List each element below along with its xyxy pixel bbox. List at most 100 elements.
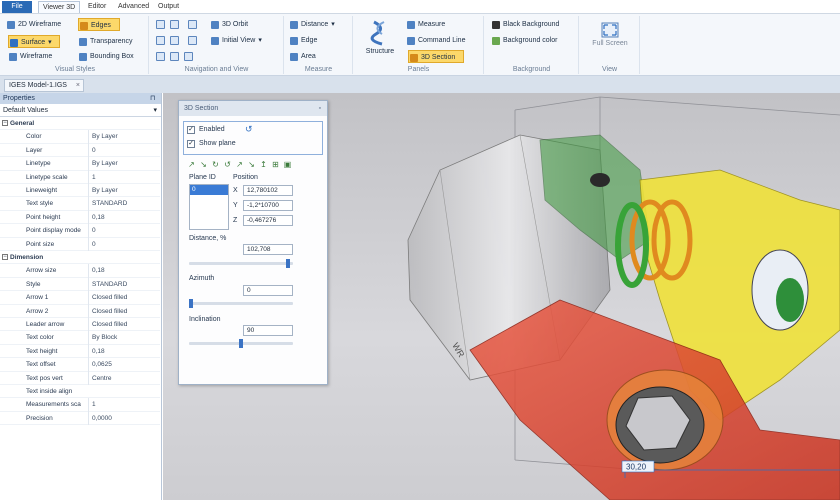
full-screen-button[interactable]: Full Screen — [586, 22, 634, 47]
tab-editor[interactable]: Editor — [84, 1, 110, 13]
distance-slider[interactable] — [189, 259, 293, 268]
section-tool-icon[interactable]: ↘ — [199, 160, 208, 169]
surface-button[interactable]: Surface ▾ — [8, 35, 60, 48]
close-icon[interactable]: × — [76, 80, 80, 92]
property-row[interactable]: Color By Layer — [0, 130, 160, 144]
position-x-field[interactable]: 12,780102 — [243, 185, 293, 196]
property-row[interactable]: Arrow 1 Closed filled — [0, 291, 160, 305]
property-row[interactable]: Arrow 2 Closed filled — [0, 304, 160, 318]
structure-button[interactable]: Structure — [360, 20, 400, 55]
property-row[interactable]: Point height 0,18 — [0, 210, 160, 225]
slider-thumb[interactable] — [189, 299, 193, 308]
rotate-icon[interactable] — [156, 52, 165, 61]
property-value[interactable]: 0,0625 — [88, 358, 160, 372]
property-row[interactable]: Text height 0,18 — [0, 344, 160, 359]
slider-thumb[interactable] — [239, 339, 243, 348]
property-row[interactable]: Lineweight By Layer — [0, 184, 160, 198]
property-value[interactable]: 0 — [88, 143, 160, 158]
zoom-window-icon[interactable] — [170, 20, 179, 29]
inclination-slider[interactable] — [189, 339, 293, 348]
property-section[interactable]: − General — [0, 117, 160, 131]
section-tool-icon[interactable]: ↗ — [235, 160, 244, 169]
property-value[interactable]: By Layer — [88, 184, 160, 198]
property-value[interactable]: By Block — [88, 331, 160, 345]
plane-id-item[interactable]: 0 — [190, 185, 228, 195]
property-value[interactable]: 0,18 — [88, 264, 160, 278]
property-value[interactable]: 1 — [88, 170, 160, 184]
pan-icon[interactable] — [156, 20, 165, 29]
plane-id-list[interactable]: 0 — [189, 184, 229, 230]
property-section[interactable]: − Dimension — [0, 251, 160, 265]
property-value[interactable]: STANDARD — [88, 277, 160, 292]
edges-button[interactable]: Edges — [78, 18, 120, 31]
zoom-extents-icon[interactable] — [170, 36, 179, 45]
tab-output[interactable]: Output — [154, 1, 183, 13]
collapse-icon[interactable]: − — [2, 254, 8, 260]
property-row[interactable]: Layer 0 — [0, 143, 160, 158]
property-row[interactable]: Arrow size 0,18 — [0, 264, 160, 278]
refresh-icon[interactable] — [170, 52, 179, 61]
redraw-icon[interactable] — [184, 52, 193, 61]
property-value[interactable]: 0 — [88, 237, 160, 251]
property-value[interactable]: 0,18 — [88, 210, 160, 225]
pin-icon[interactable]: ⊓ — [150, 93, 155, 104]
black-background-button[interactable]: Black Background — [491, 18, 559, 31]
section-tool-icon[interactable]: ↗ — [187, 160, 196, 169]
property-row[interactable]: Precision 0,0000 — [0, 411, 160, 426]
section-tool-icon[interactable]: ▣ — [283, 160, 292, 169]
section-tool-icon[interactable]: ↥ — [259, 160, 268, 169]
tab-file[interactable]: File — [2, 1, 32, 13]
enabled-checkbox[interactable]: ✓ — [187, 126, 195, 134]
close-icon[interactable]: ▫ — [319, 101, 321, 116]
slider-thumb[interactable] — [286, 259, 290, 268]
wireframe-button[interactable]: Wireframe — [8, 50, 52, 63]
inclination-field[interactable]: 90 — [243, 325, 293, 336]
property-value[interactable]: 0,18 — [88, 344, 160, 359]
zoom-out-icon[interactable] — [188, 36, 197, 45]
orbit-3d-button[interactable]: 3D Orbit — [210, 18, 248, 31]
fit-icon[interactable] — [156, 36, 165, 45]
document-tab[interactable]: IGES Model-1.IGS × — [4, 79, 84, 92]
property-row[interactable]: Text color By Block — [0, 331, 160, 345]
show-plane-checkbox[interactable]: ✓ — [187, 140, 195, 148]
azimuth-slider[interactable] — [189, 299, 293, 308]
section-3d-button[interactable]: 3D Section — [408, 50, 464, 63]
property-row[interactable]: Linetype By Layer — [0, 157, 160, 171]
azimuth-field[interactable]: 0 — [243, 285, 293, 296]
property-row[interactable]: Leader arrow Closed filled — [0, 318, 160, 332]
distance-field[interactable]: 102,708 — [243, 244, 293, 255]
property-row[interactable]: Point display mode 0 — [0, 224, 160, 238]
property-row[interactable]: Point size 0 — [0, 237, 160, 251]
property-value[interactable]: 1 — [88, 398, 160, 412]
property-value[interactable]: 0 — [88, 224, 160, 238]
property-value[interactable]: Centre — [88, 371, 160, 385]
property-value[interactable]: STANDARD — [88, 197, 160, 211]
property-row[interactable]: Text inside align — [0, 385, 160, 399]
collapse-icon[interactable]: − — [2, 120, 8, 126]
property-value[interactable]: Closed filled — [88, 291, 160, 305]
properties-selector[interactable]: Default Values ▾ — [0, 104, 161, 117]
tab-advanced[interactable]: Advanced — [114, 1, 153, 13]
distance-button[interactable]: Distance ▾ — [289, 18, 335, 31]
section-tool-icon[interactable]: ↻ — [211, 160, 220, 169]
command-line-button[interactable]: Command Line — [406, 34, 465, 47]
property-row[interactable]: Text pos vert Centre — [0, 371, 160, 385]
position-z-field[interactable]: -0,467276 — [243, 215, 293, 226]
property-row[interactable]: Text style STANDARD — [0, 197, 160, 211]
property-row[interactable]: Linetype scale 1 — [0, 170, 160, 184]
background-color-button[interactable]: Background color — [491, 34, 557, 47]
area-button[interactable]: Area — [289, 50, 316, 63]
property-row[interactable]: Style STANDARD — [0, 277, 160, 292]
property-value[interactable]: Closed filled — [88, 318, 160, 332]
initial-view-button[interactable]: Initial View ▾ — [210, 34, 262, 47]
section-rotate-icon[interactable]: ↺ — [245, 124, 253, 135]
property-value[interactable]: By Layer — [88, 157, 160, 171]
property-row[interactable]: Measurements sca 1 — [0, 398, 160, 412]
transparency-button[interactable]: Transparency — [78, 35, 133, 48]
position-y-field[interactable]: -1,2*10700 — [243, 200, 293, 211]
section-tool-icon[interactable]: ↺ — [223, 160, 232, 169]
property-value[interactable]: 0,0000 — [88, 411, 160, 426]
edge-button[interactable]: Edge — [289, 34, 317, 47]
section-tool-icon[interactable]: ↘ — [247, 160, 256, 169]
property-value[interactable]: Closed filled — [88, 304, 160, 318]
